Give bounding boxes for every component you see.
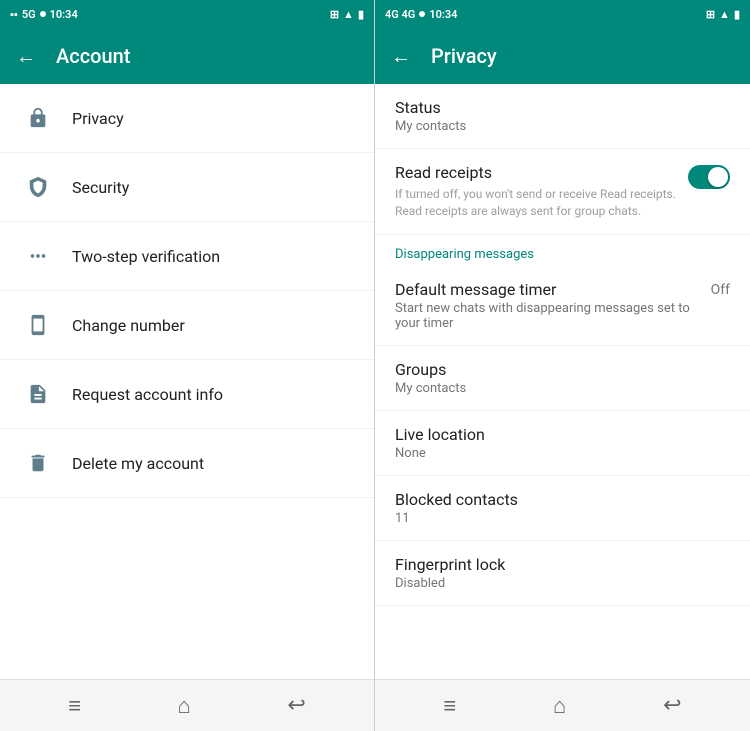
dots-icon [20, 238, 56, 274]
two-step-label: Two-step verification [72, 247, 220, 266]
privacy-item-read-receipts[interactable]: Read receipts If turned off, you won't s… [375, 149, 750, 235]
fingerprint-title: Fingerprint lock [395, 555, 730, 574]
message-timer-text: Default message timer Start new chats wi… [395, 280, 701, 331]
left-status-left: ▪▪ 5G 10:34 [10, 8, 78, 21]
left-status-right: ⊞ ▲ ▮ [330, 8, 364, 21]
left-menu-nav-icon[interactable]: ≡ [68, 693, 81, 719]
message-timer-subtitle: Start new chats with disappearing messag… [395, 301, 701, 331]
privacy-item-blocked-contacts[interactable]: Blocked contacts 11 [375, 476, 750, 541]
trash-icon [20, 445, 56, 481]
menu-item-change-number[interactable]: Change number [0, 291, 374, 360]
lock-icon [20, 100, 56, 136]
right-status-left: 4G 4G 10:34 [385, 8, 457, 21]
change-number-label: Change number [72, 316, 185, 335]
left-network: 5G [22, 8, 36, 21]
phone-icon [20, 307, 56, 343]
left-signal: ▪▪ [10, 8, 18, 21]
live-location-subtitle: None [395, 446, 730, 461]
shield-icon [20, 169, 56, 205]
left-time: 10:34 [50, 8, 78, 21]
message-timer-title: Default message timer [395, 280, 701, 299]
groups-title: Groups [395, 360, 730, 379]
privacy-label: Privacy [72, 109, 124, 128]
phones-container: ▪▪ 5G 10:34 ⊞ ▲ ▮ ← Account Privac [0, 0, 750, 731]
file-icon [20, 376, 56, 412]
security-label: Security [72, 178, 129, 197]
menu-item-security[interactable]: Security [0, 153, 374, 222]
left-home-nav-icon[interactable]: ⌂ [178, 693, 191, 719]
menu-item-delete-account[interactable]: Delete my account [0, 429, 374, 498]
left-bt-icon: ⊞ [330, 8, 339, 21]
blocked-contacts-title: Blocked contacts [395, 490, 730, 509]
account-header: ← Account [0, 28, 374, 84]
privacy-item-fingerprint[interactable]: Fingerprint lock Disabled [375, 541, 750, 606]
right-time: 10:34 [429, 8, 457, 21]
read-receipts-text: Read receipts If turned off, you won't s… [395, 163, 678, 220]
account-back-button[interactable]: ← [16, 44, 36, 69]
blocked-contacts-count: 11 [395, 511, 730, 526]
left-status-bar: ▪▪ 5G 10:34 ⊞ ▲ ▮ [0, 0, 374, 28]
privacy-title: Privacy [431, 44, 497, 68]
fingerprint-subtitle: Disabled [395, 576, 730, 591]
groups-subtitle: My contacts [395, 381, 730, 396]
menu-item-request-account[interactable]: Request account info [0, 360, 374, 429]
right-home-nav-icon[interactable]: ⌂ [553, 693, 566, 719]
left-status-dot [40, 11, 46, 17]
right-bt-icon: ⊞ [706, 8, 715, 21]
menu-item-privacy[interactable]: Privacy [0, 84, 374, 153]
right-status-right: ⊞ ▲ ▮ [706, 8, 740, 21]
right-signal: 4G 4G [385, 8, 415, 21]
account-menu: Privacy Security Two-step verification [0, 84, 374, 679]
privacy-item-groups[interactable]: Groups My contacts [375, 346, 750, 411]
account-phone: ▪▪ 5G 10:34 ⊞ ▲ ▮ ← Account Privac [0, 0, 375, 731]
read-receipts-description: If turned off, you won't send or receive… [395, 186, 678, 220]
left-bottom-nav: ≡ ⌂ ↩ [0, 679, 374, 731]
status-title: Status [395, 98, 730, 117]
right-status-bar: 4G 4G 10:34 ⊞ ▲ ▮ [375, 0, 750, 28]
read-receipts-row: Read receipts If turned off, you won't s… [395, 163, 730, 220]
status-subtitle: My contacts [395, 119, 730, 134]
privacy-header: ← Privacy [375, 28, 750, 84]
privacy-item-message-timer[interactable]: Default message timer Start new chats wi… [375, 266, 750, 346]
account-title: Account [56, 44, 130, 68]
left-wifi-icon: ▲ [343, 8, 354, 21]
message-timer-row: Default message timer Start new chats wi… [395, 280, 730, 331]
right-menu-nav-icon[interactable]: ≡ [443, 693, 456, 719]
right-status-dot [419, 11, 425, 17]
privacy-back-button[interactable]: ← [391, 44, 411, 69]
right-back-nav-icon[interactable]: ↩ [663, 693, 681, 718]
left-battery-icon: ▮ [358, 8, 364, 21]
delete-account-label: Delete my account [72, 454, 204, 473]
privacy-content: Status My contacts Read receipts If turn… [375, 84, 750, 679]
privacy-phone: 4G 4G 10:34 ⊞ ▲ ▮ ← Privacy Status My co… [375, 0, 750, 731]
message-timer-value: Off [711, 282, 730, 298]
read-receipts-toggle[interactable] [688, 165, 730, 189]
privacy-item-live-location[interactable]: Live location None [375, 411, 750, 476]
right-bottom-nav: ≡ ⌂ ↩ [375, 679, 750, 731]
live-location-title: Live location [395, 425, 730, 444]
request-account-label: Request account info [72, 385, 223, 404]
menu-item-two-step[interactable]: Two-step verification [0, 222, 374, 291]
right-wifi-icon: ▲ [719, 8, 730, 21]
read-receipts-title: Read receipts [395, 163, 678, 182]
privacy-item-status[interactable]: Status My contacts [375, 84, 750, 149]
right-battery-icon: ▮ [734, 8, 740, 21]
left-back-nav-icon[interactable]: ↩ [287, 693, 305, 718]
disappearing-section-header: Disappearing messages [375, 235, 750, 266]
